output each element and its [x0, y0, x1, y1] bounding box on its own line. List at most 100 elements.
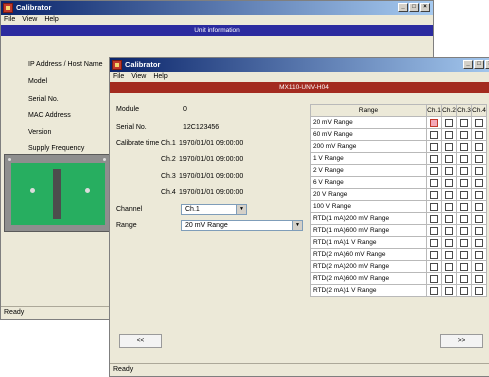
menu-file[interactable]: File	[4, 15, 15, 25]
channel-checkbox[interactable]	[460, 118, 468, 127]
channel-checkbox[interactable]	[460, 190, 468, 199]
range-name-cell: RTD(1 mA)600 mV Range	[310, 224, 427, 237]
calib-ch-label: Ch.3	[161, 173, 176, 180]
channel-checkbox[interactable]	[445, 154, 453, 163]
channel-checkbox[interactable]	[430, 130, 438, 139]
serial-label: Serial No.	[28, 96, 59, 103]
channel-select[interactable]: Ch.1 ▼	[181, 204, 247, 215]
minimize-button[interactable]: _	[463, 60, 473, 69]
channel-checkbox[interactable]	[475, 274, 483, 283]
channel-checkbox[interactable]	[460, 262, 468, 271]
range-cell	[456, 284, 472, 297]
channel-checkbox[interactable]	[430, 142, 438, 151]
channel-checkbox[interactable]	[475, 118, 483, 127]
channel-checkbox[interactable]	[460, 142, 468, 151]
menu-help[interactable]: Help	[153, 72, 167, 82]
channel-checkbox[interactable]	[445, 142, 453, 151]
channel-checkbox[interactable]	[460, 286, 468, 295]
close-button[interactable]: ×	[485, 60, 489, 69]
maximize-button[interactable]: □	[409, 3, 419, 12]
channel-checkbox[interactable]	[430, 226, 438, 235]
channel-checkbox[interactable]	[460, 166, 468, 175]
range-select[interactable]: 20 mV Range ▼	[181, 220, 303, 231]
channel-checkbox[interactable]	[445, 238, 453, 247]
channel-checkbox[interactable]	[445, 202, 453, 211]
channel-checkbox[interactable]	[430, 214, 438, 223]
channel-checkbox[interactable]	[460, 178, 468, 187]
range-cell	[426, 272, 442, 285]
channel-checkbox[interactable]	[430, 238, 438, 247]
channel-checkbox[interactable]	[430, 274, 438, 283]
menu-file[interactable]: File	[113, 72, 124, 82]
back-titlebar[interactable]: Calibrator _ □ ×	[1, 1, 433, 15]
channel-checkbox[interactable]	[475, 142, 483, 151]
channel-checkbox[interactable]	[445, 262, 453, 271]
range-cell	[426, 116, 442, 129]
channel-checkbox[interactable]	[445, 130, 453, 139]
channel-checkbox[interactable]	[475, 250, 483, 259]
channel-checkbox[interactable]	[475, 178, 483, 187]
channel-checkbox[interactable]	[445, 190, 453, 199]
channel-checkbox[interactable]	[475, 262, 483, 271]
grid-header-ch1: Ch.1	[426, 104, 442, 117]
channel-checkbox[interactable]	[445, 214, 453, 223]
channel-checkbox[interactable]	[430, 286, 438, 295]
front-titlebar[interactable]: Calibrator _ □ ×	[110, 58, 489, 72]
range-name-cell: RTD(2 mA)60 mV Range	[310, 248, 427, 261]
menu-help[interactable]: Help	[44, 15, 58, 25]
channel-checkbox[interactable]	[460, 250, 468, 259]
range-name-cell: RTD(1 mA)200 mV Range	[310, 212, 427, 225]
channel-checkbox[interactable]	[475, 238, 483, 247]
channel-checkbox[interactable]	[460, 130, 468, 139]
range-cell	[441, 116, 457, 129]
channel-checkbox[interactable]	[445, 286, 453, 295]
channel-checkbox[interactable]	[445, 178, 453, 187]
range-cell	[426, 212, 442, 225]
range-cell	[471, 140, 487, 153]
channel-checkbox[interactable]	[475, 190, 483, 199]
channel-checkbox[interactable]	[430, 154, 438, 163]
channel-checkbox[interactable]	[475, 202, 483, 211]
device-led	[85, 188, 90, 193]
range-cell	[441, 188, 457, 201]
channel-checkbox[interactable]	[445, 250, 453, 259]
channel-checkbox[interactable]	[475, 226, 483, 235]
channel-checkbox[interactable]	[430, 190, 438, 199]
chevron-down-icon[interactable]: ▼	[292, 221, 302, 230]
menu-view[interactable]: View	[131, 72, 146, 82]
maximize-button[interactable]: □	[474, 60, 484, 69]
range-cell	[441, 224, 457, 237]
chevron-down-icon[interactable]: ▼	[236, 205, 246, 214]
channel-checkbox[interactable]	[460, 226, 468, 235]
channel-checkbox[interactable]	[475, 130, 483, 139]
range-cell	[471, 284, 487, 297]
channel-checkbox[interactable]	[445, 166, 453, 175]
channel-checkbox[interactable]	[430, 166, 438, 175]
channel-checkbox[interactable]	[460, 154, 468, 163]
channel-checkbox[interactable]	[475, 286, 483, 295]
channel-checkbox[interactable]	[475, 214, 483, 223]
channel-checkbox[interactable]	[430, 202, 438, 211]
menu-view[interactable]: View	[22, 15, 37, 25]
channel-checkbox[interactable]	[460, 214, 468, 223]
channel-checkbox[interactable]	[460, 274, 468, 283]
table-row: RTD(2 mA)1 V Range	[310, 284, 487, 297]
channel-checkbox[interactable]	[430, 178, 438, 187]
channel-checkbox[interactable]	[475, 154, 483, 163]
mac-address-label: MAC Address	[28, 112, 71, 119]
channel-checkbox[interactable]	[430, 118, 438, 127]
channel-checkbox[interactable]	[460, 202, 468, 211]
range-cell	[456, 236, 472, 249]
prev-button[interactable]: <<	[119, 334, 162, 348]
next-button[interactable]: >>	[440, 334, 483, 348]
minimize-button[interactable]: _	[398, 3, 408, 12]
channel-checkbox[interactable]	[445, 226, 453, 235]
channel-checkbox[interactable]	[445, 118, 453, 127]
channel-checkbox[interactable]	[430, 262, 438, 271]
range-cell	[426, 152, 442, 165]
close-button[interactable]: ×	[420, 3, 430, 12]
channel-checkbox[interactable]	[445, 274, 453, 283]
channel-checkbox[interactable]	[460, 238, 468, 247]
channel-checkbox[interactable]	[430, 250, 438, 259]
channel-checkbox[interactable]	[475, 166, 483, 175]
